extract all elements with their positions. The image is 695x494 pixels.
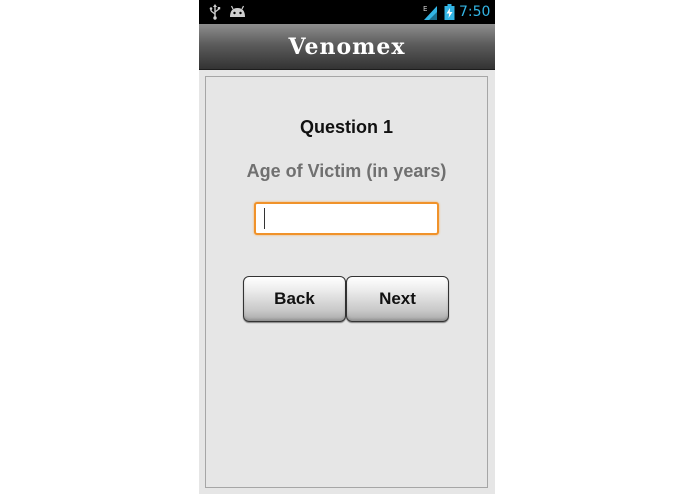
question-panel: Question 1 Age of Victim (in years) Back…	[205, 76, 488, 488]
svg-text:E: E	[423, 5, 427, 13]
app-title: Venomex	[288, 34, 406, 60]
status-bar: E 7:50	[199, 0, 495, 24]
status-clock: 7:50	[459, 4, 491, 20]
title-bar: Venomex	[199, 24, 495, 70]
next-button[interactable]: Next	[346, 276, 449, 322]
question-text: Age of Victim (in years)	[246, 161, 447, 181]
battery-charging-icon	[444, 4, 455, 20]
back-button[interactable]: Back	[243, 276, 346, 322]
text-cursor	[264, 208, 265, 229]
age-input[interactable]	[254, 202, 439, 235]
phone-screen: E 7:50 Venomex Question 1 Age of Victim …	[199, 0, 495, 494]
question-number: Question 1	[299, 117, 393, 137]
android-icon	[230, 5, 245, 17]
signal-e-icon: E	[423, 5, 437, 20]
usb-icon	[209, 4, 221, 20]
